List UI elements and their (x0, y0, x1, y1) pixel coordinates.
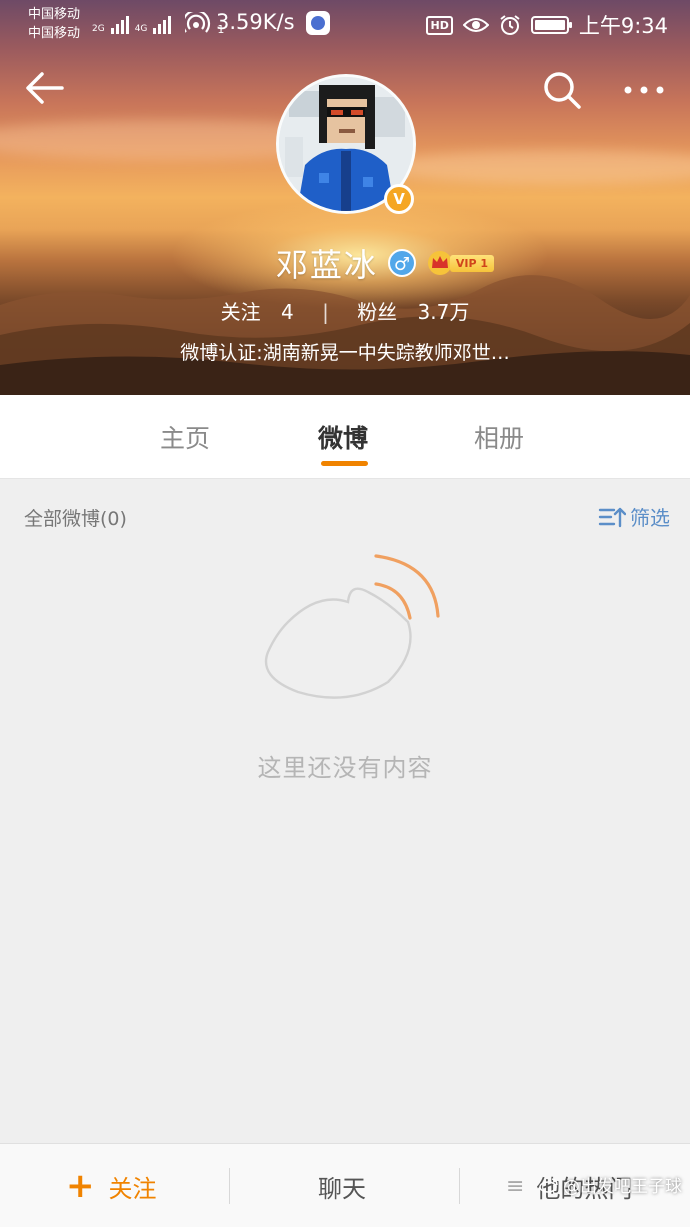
following-count: 4 (280, 300, 294, 324)
following-label: 关注 (220, 300, 261, 324)
tab-home[interactable]: 主页 (160, 419, 210, 455)
filter-label: 筛选 (630, 506, 670, 530)
followers-count: 3.7万 (417, 300, 470, 324)
search-icon (544, 72, 581, 109)
hotspot-icon (185, 12, 211, 33)
carrier-labels: 中国移动 中国移动 (28, 5, 80, 43)
all-weibo-count: 全部微博(0) (24, 508, 127, 530)
empty-state-text: 这里还没有内容 (257, 754, 433, 782)
tab-weibo[interactable]: 微博 (318, 419, 368, 455)
filter-button[interactable]: 筛选 (598, 502, 670, 531)
vip-level: VIP 1 (449, 254, 495, 272)
bottom-divider (229, 1168, 230, 1204)
active-tab-indicator (321, 461, 368, 466)
status-bar: 中国移动 中国移动 2G 4G 1 3.59K/s HD 上午9:34 (0, 0, 690, 46)
signal-bars-icon (110, 16, 129, 34)
bottom-divider (459, 1168, 460, 1204)
followers-stat[interactable]: 粉丝 3.7万 (357, 296, 469, 325)
more-button[interactable] (618, 68, 670, 112)
battery-icon (530, 16, 572, 34)
watermark: @出发吧王子球 (539, 1172, 682, 1197)
signal-indicators: 2G 4G 1 (92, 12, 224, 35)
male-gender-icon: ♂ (387, 249, 416, 277)
follow-button[interactable]: + 关注 (66, 1144, 157, 1227)
tab-album[interactable]: 相册 (474, 419, 524, 455)
user-name: 邓蓝冰 (275, 246, 378, 284)
verified-badge-icon: V (384, 184, 414, 214)
plus-icon: + (66, 1166, 95, 1206)
sim1-type: 2G (92, 24, 105, 34)
eye-comfort-icon (462, 18, 489, 32)
profile-tabs: 主页 微博 相册 (0, 395, 690, 479)
verification-description[interactable]: 微博认证:湖南新晃一中失踪教师邓世… (0, 338, 690, 365)
sky-cloud (380, 150, 690, 184)
filter-icon (598, 507, 626, 527)
stats-divider: | (322, 300, 329, 324)
watermark-text: @出发吧王子球 (563, 1177, 682, 1197)
name-row: 邓蓝冰 ♂ VIP 1 (0, 240, 690, 286)
chat-button[interactable]: 聊天 (318, 1144, 366, 1227)
more-dots-icon (624, 86, 664, 94)
feed-filter-bar: 全部微博(0) 筛选 (0, 480, 690, 550)
carrier-2: 中国移动 (28, 26, 81, 41)
menu-lines-icon: ≡ (506, 1173, 525, 1199)
hd-badge: HD (426, 15, 453, 35)
back-button[interactable] (22, 68, 66, 112)
followers-label: 粉丝 (357, 300, 398, 324)
vip-badge[interactable]: VIP 1 (426, 250, 495, 276)
chat-label: 聊天 (318, 1174, 366, 1203)
sim2-type: 4G (134, 24, 148, 34)
follow-stats: 关注 4 | 粉丝 3.7万 (0, 296, 690, 325)
clock: 上午9:34 (578, 14, 668, 38)
alarm-icon (500, 15, 520, 35)
following-stat[interactable]: 关注 4 (221, 296, 294, 325)
empty-weibo-logo-icon (264, 554, 440, 699)
carrier-1: 中国移动 (28, 7, 81, 22)
follow-label: 关注 (108, 1174, 157, 1203)
signal-bars-icon (153, 16, 172, 34)
network-speed: 3.59K/s (216, 10, 295, 34)
search-button[interactable] (540, 68, 584, 112)
back-arrow-icon (26, 72, 64, 104)
weibo-logo-icon (539, 1177, 558, 1193)
app-notification-icon (306, 11, 330, 35)
status-right-group: HD 上午9:34 (426, 10, 668, 40)
